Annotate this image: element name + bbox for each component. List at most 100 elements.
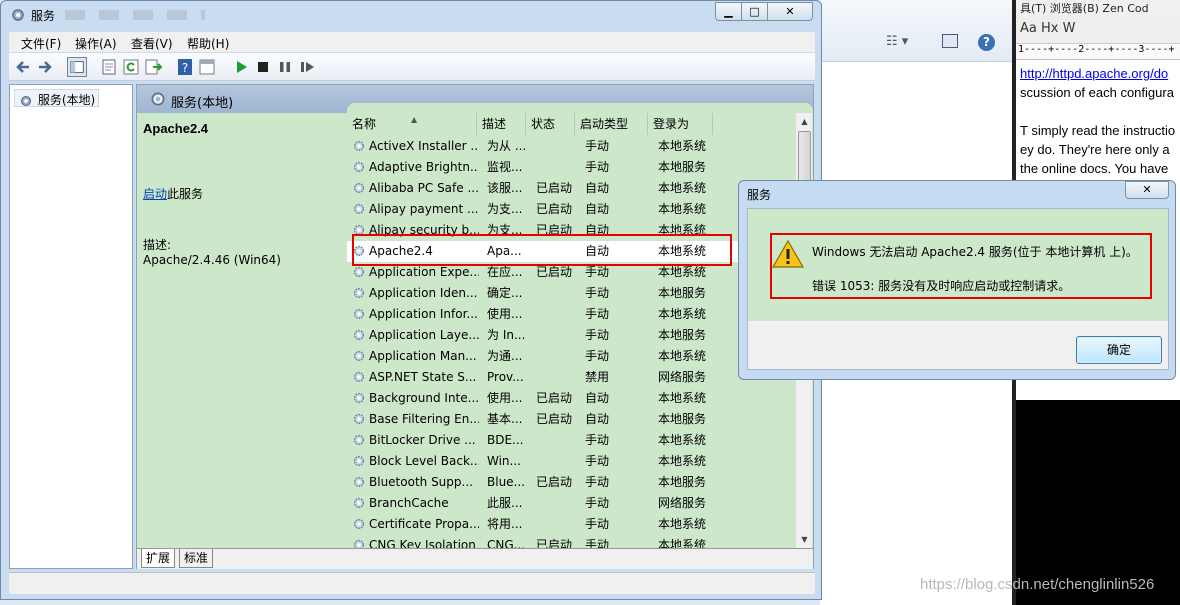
- show-hide-tree-icon[interactable]: [67, 57, 87, 77]
- service-gear-icon: [353, 161, 365, 173]
- cell-startup-type: 自动: [585, 391, 610, 405]
- view-tabs: 扩展 标准: [137, 548, 813, 569]
- title-blur-decoration: [65, 10, 205, 20]
- column-header-name[interactable]: 名称 ▲: [347, 113, 477, 135]
- editor-link-line[interactable]: http://httpd.apache.org/do: [1020, 66, 1168, 81]
- table-row[interactable]: BranchCache 此服... 手动 网络服务: [347, 493, 795, 514]
- cell-logon-as: 本地服务: [658, 412, 707, 426]
- title-bar[interactable]: 服务 ▁ □ ✕: [1, 1, 821, 29]
- editor-menubar[interactable]: 具(T) 浏览器(B) Zen Cod: [1016, 0, 1180, 16]
- table-row[interactable]: Application Laye... 为 In... 手动 本地服务: [347, 325, 795, 346]
- table-row[interactable]: Application Man... 为通... 手动 本地系统: [347, 346, 795, 367]
- help-icon[interactable]: ?: [978, 34, 995, 51]
- service-gear-icon: [353, 329, 365, 341]
- start-service-icon[interactable]: [231, 57, 251, 77]
- cell-status: 已启动: [536, 202, 573, 216]
- table-row[interactable]: Alipay payment ... 为支... 已启动 自动 本地系统: [347, 199, 795, 220]
- table-row[interactable]: Alibaba PC Safe ... 该服... 已启动 自动 本地系统: [347, 178, 795, 199]
- cell-startup-type: 手动: [585, 286, 610, 300]
- cell-description: 为通...: [487, 349, 523, 363]
- cell-name: Application Laye...: [369, 328, 479, 342]
- restart-service-icon[interactable]: [297, 57, 317, 77]
- maximize-button[interactable]: □: [741, 2, 768, 21]
- view-options-icon[interactable]: ☷ ▾: [886, 34, 908, 49]
- dialog-close-button[interactable]: ✕: [1125, 181, 1169, 199]
- table-row[interactable]: Background Inte... 使用... 已启动 自动 本地系统: [347, 388, 795, 409]
- service-gear-icon: [353, 350, 365, 362]
- cell-startup-type: 手动: [585, 517, 610, 531]
- tab-standard[interactable]: 标准: [179, 549, 214, 568]
- cell-name: Alipay payment ...: [369, 202, 479, 216]
- ok-button[interactable]: 确定: [1076, 336, 1162, 364]
- table-row[interactable]: Application Infor... 使用... 手动 本地系统: [347, 304, 795, 325]
- table-row[interactable]: Application Iden... 确定... 手动 本地服务: [347, 283, 795, 304]
- cell-name: Certificate Propa...: [369, 517, 479, 531]
- pause-service-icon[interactable]: [275, 57, 295, 77]
- cell-description: 监视...: [487, 160, 523, 174]
- service-gear-icon: [353, 455, 365, 467]
- table-row[interactable]: Adaptive Brightn... 监视... 手动 本地服务: [347, 157, 795, 178]
- minimize-button[interactable]: ▁: [715, 2, 742, 21]
- scroll-down-arrow-icon[interactable]: ▼: [796, 531, 813, 548]
- cell-logon-as: 本地服务: [658, 160, 707, 174]
- properties-icon[interactable]: [99, 57, 119, 77]
- cell-status: 已启动: [536, 181, 573, 195]
- table-row[interactable]: BitLocker Drive ... BDE... 手动 本地系统: [347, 430, 795, 451]
- table-row[interactable]: Base Filtering En... 基本... 已启动 自动 本地服务: [347, 409, 795, 430]
- editor-url-link[interactable]: http://httpd.apache.org/do: [1020, 66, 1168, 81]
- back-arrow-icon[interactable]: [13, 57, 33, 77]
- export-list-icon[interactable]: [143, 57, 163, 77]
- error-dialog: 服务 ✕ Windows 无法启动 Apache2.4 服务(位于 本地计算机 …: [738, 180, 1176, 380]
- scroll-up-arrow-icon[interactable]: ▲: [796, 113, 813, 130]
- cell-description: CNG...: [487, 538, 526, 548]
- scrollbar-thumb[interactable]: [798, 131, 811, 183]
- cell-name: Alibaba PC Safe ...: [369, 181, 479, 195]
- start-service-line: 启动此服务: [143, 185, 203, 202]
- background-window-toolbar: ☷ ▾ ?: [820, 0, 1012, 62]
- cell-description: 为 In...: [487, 328, 526, 342]
- stop-service-icon[interactable]: [253, 57, 273, 77]
- list-header: 名称 ▲ 描述 状态 启动类型 登录为: [347, 113, 795, 135]
- cell-status: 已启动: [536, 391, 573, 405]
- close-button[interactable]: ✕: [767, 2, 813, 21]
- menu-help[interactable]: 帮助(H): [187, 35, 229, 52]
- tree-item-label: 服务(本地): [37, 93, 96, 107]
- tree-pane: 服务(本地): [9, 84, 133, 569]
- cell-description: 该服...: [487, 181, 523, 195]
- menu-view[interactable]: 查看(V): [131, 35, 173, 52]
- services-window: 服务 ▁ □ ✕ 文件(F) 操作(A) 查看(V) 帮助(H) ? 服务(本地…: [0, 0, 822, 600]
- editor-ruler: 1----+----2----+----3----+: [1016, 44, 1180, 60]
- cell-logon-as: 本地服务: [658, 286, 707, 300]
- column-header-description[interactable]: 描述: [477, 113, 526, 135]
- table-row[interactable]: ActiveX Installer ... 为从 ... 手动 本地系统: [347, 136, 795, 157]
- refresh-icon[interactable]: [121, 57, 141, 77]
- table-row[interactable]: ASP.NET State S... Prov... 禁用 网络服务: [347, 367, 795, 388]
- table-row[interactable]: CNG Key Isolation CNG... 已启动 手动 本地系统: [347, 535, 795, 548]
- editor-text-line: scussion of each configura: [1020, 85, 1174, 100]
- gear-icon: [151, 92, 165, 106]
- tab-extended[interactable]: 扩展: [141, 549, 176, 568]
- cell-logon-as: 网络服务: [658, 496, 707, 510]
- cell-logon-as: 本地服务: [658, 328, 707, 342]
- column-header-startup-type[interactable]: 启动类型: [575, 113, 648, 135]
- start-service-link[interactable]: 启动: [143, 187, 167, 201]
- editor-toolbar[interactable]: Aa Hx W: [1016, 16, 1180, 44]
- console-icon[interactable]: [197, 57, 217, 77]
- forward-arrow-icon[interactable]: [35, 57, 55, 77]
- cell-name: Adaptive Brightn...: [369, 160, 479, 174]
- cell-logon-as: 本地系统: [658, 307, 707, 321]
- help-icon[interactable]: ?: [175, 57, 195, 77]
- table-row[interactable]: Bluetooth Supp... Blue... 已启动 手动 本地服务: [347, 472, 795, 493]
- window-title: 服务: [31, 9, 56, 23]
- preview-pane-icon[interactable]: [942, 34, 958, 48]
- column-header-status[interactable]: 状态: [526, 113, 575, 135]
- menu-file[interactable]: 文件(F): [21, 35, 61, 52]
- table-row[interactable]: Block Level Back... Win... 手动 本地系统: [347, 451, 795, 472]
- cell-description: 将用...: [487, 517, 523, 531]
- menu-action[interactable]: 操作(A): [75, 35, 117, 52]
- table-row[interactable]: Certificate Propa... 将用... 手动 本地系统: [347, 514, 795, 535]
- service-gear-icon: [353, 203, 365, 215]
- cell-logon-as: 网络服务: [658, 370, 707, 384]
- column-header-logon-as[interactable]: 登录为: [648, 113, 713, 135]
- tree-item-services-local[interactable]: 服务(本地): [14, 89, 100, 107]
